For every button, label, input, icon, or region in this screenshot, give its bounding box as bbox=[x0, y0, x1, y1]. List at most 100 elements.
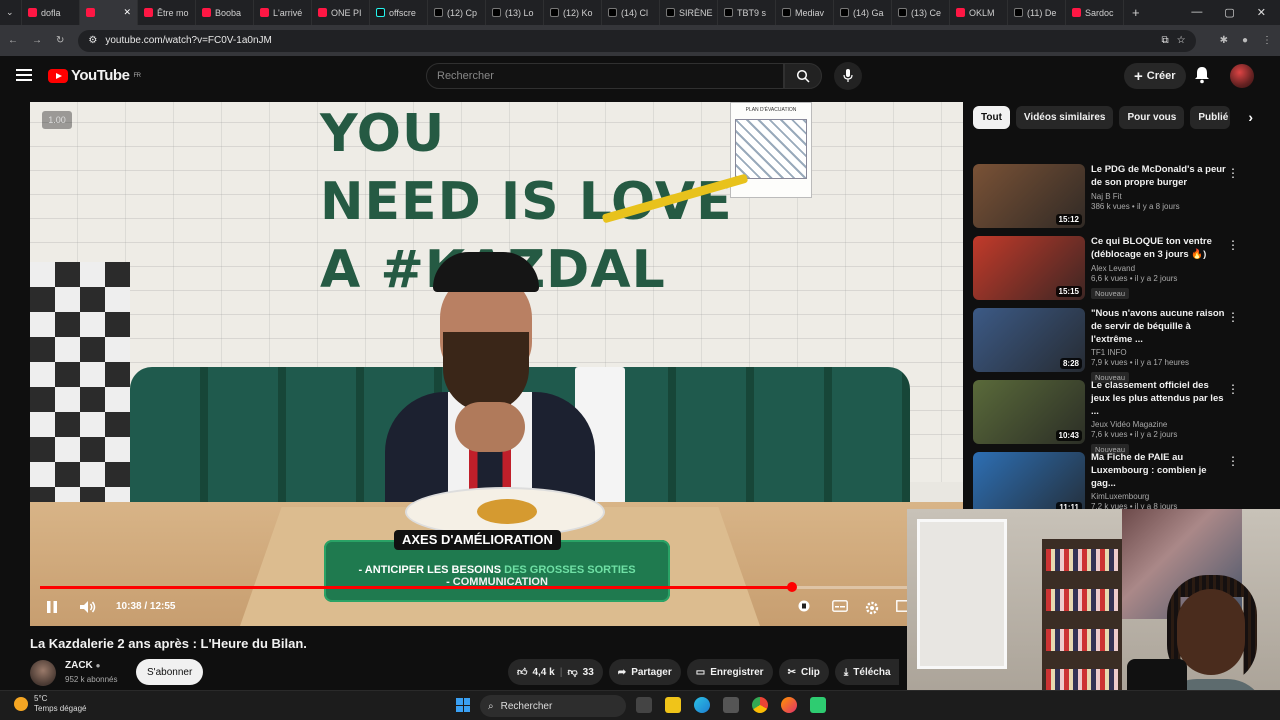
browser-menu-icon[interactable]: ⋮ bbox=[1262, 35, 1272, 46]
channel-avatar[interactable] bbox=[30, 660, 56, 686]
minimize-icon[interactable]: — bbox=[1191, 6, 1202, 19]
voice-search-button[interactable] bbox=[834, 62, 862, 90]
search-input[interactable]: Rechercher bbox=[426, 63, 784, 89]
recommendation-channel[interactable]: Naj B Fit bbox=[1091, 192, 1226, 201]
filter-chip[interactable]: Pour vous bbox=[1119, 105, 1185, 129]
more-options-icon[interactable]: ⋮ bbox=[1227, 238, 1239, 252]
account-avatar[interactable] bbox=[1230, 64, 1254, 88]
create-button[interactable]: + Créer bbox=[1124, 63, 1186, 89]
browser-tab[interactable]: (11) De bbox=[1008, 0, 1066, 25]
bookmark-star-icon[interactable]: ☆ bbox=[1177, 35, 1186, 46]
more-options-icon[interactable]: ⋮ bbox=[1227, 310, 1239, 324]
youtube-logo[interactable]: YouTube FR bbox=[48, 67, 141, 84]
recommendation-thumbnail[interactable]: 10:43 bbox=[973, 380, 1085, 444]
browser-tab[interactable]: ✕ bbox=[80, 0, 138, 25]
recommendation-title[interactable]: Ma Fiche de PAIE au Luxembourg : combien… bbox=[1091, 452, 1226, 490]
recommendation-channel[interactable]: Alex Levand bbox=[1091, 264, 1226, 273]
recommendation-channel[interactable]: TF1 INFO bbox=[1091, 348, 1226, 357]
browser-tab[interactable]: SIRÈNE bbox=[660, 0, 718, 25]
browser-tab[interactable]: Sardoc bbox=[1066, 0, 1124, 25]
recommendation-title[interactable]: "Nous n'avons aucune raison de servir de… bbox=[1091, 308, 1226, 346]
browser-tab[interactable]: TBT9 s bbox=[718, 0, 776, 25]
recommendation-item[interactable]: 15:15 Ce qui BLOQUE ton ventre (déblocage… bbox=[973, 236, 1253, 302]
more-options-icon[interactable]: ⋮ bbox=[1227, 382, 1239, 396]
recommendation-thumbnail[interactable]: 15:15 bbox=[973, 236, 1085, 300]
download-button[interactable]: ⤓ Télécha bbox=[834, 659, 899, 685]
recommendation-item[interactable]: 8:28 "Nous n'avons aucune raison de servi… bbox=[973, 308, 1253, 384]
more-options-icon[interactable]: ⋮ bbox=[1227, 166, 1239, 180]
like-button[interactable]: 👍︎ 4,4 k | 👎︎ 33 bbox=[508, 659, 603, 685]
file-explorer-icon[interactable] bbox=[665, 697, 681, 713]
chrome-icon[interactable] bbox=[752, 697, 768, 713]
clip-button[interactable]: ✂ Clip bbox=[778, 659, 829, 685]
filter-chip[interactable]: Vidéos similaires bbox=[1015, 105, 1114, 129]
browser-tab[interactable]: (14) Cl bbox=[602, 0, 660, 25]
browser-tab[interactable]: (13) Ce bbox=[892, 0, 950, 25]
taskbar-search[interactable]: ⌕ Rechercher bbox=[480, 695, 626, 717]
pause-icon[interactable] bbox=[46, 600, 58, 614]
back-icon[interactable]: ← bbox=[8, 35, 18, 46]
close-window-icon[interactable]: ✕ bbox=[1257, 6, 1266, 19]
more-options-icon[interactable]: ⋮ bbox=[1227, 454, 1239, 468]
site-info-icon[interactable]: ⚙ bbox=[88, 35, 97, 46]
tiktok-favicon-icon bbox=[376, 8, 385, 17]
browser-tab[interactable]: (12) Ko bbox=[544, 0, 602, 25]
install-icon[interactable]: ⧉ bbox=[1161, 35, 1168, 46]
browser-tab[interactable]: offscre bbox=[370, 0, 428, 25]
browser-tab[interactable]: Booba bbox=[196, 0, 254, 25]
save-button[interactable]: ▭ Enregistrer bbox=[686, 659, 773, 685]
share-button[interactable]: ➦ Partager bbox=[608, 659, 681, 685]
store-icon[interactable] bbox=[723, 697, 739, 713]
forward-icon[interactable]: → bbox=[32, 35, 42, 46]
recommendation-title[interactable]: Ce qui BLOQUE ton ventre (déblocage en 3… bbox=[1091, 236, 1226, 262]
app-icon[interactable] bbox=[810, 697, 826, 713]
browser-tab[interactable]: ONE PI bbox=[312, 0, 370, 25]
progress-bar[interactable] bbox=[40, 582, 953, 592]
weather-widget[interactable]: 5°C Temps dégagé bbox=[14, 694, 86, 713]
task-view-icon[interactable] bbox=[636, 697, 652, 713]
new-tab-icon[interactable]: + bbox=[1124, 5, 1148, 20]
video-player[interactable]: PLAN D'ÉVACUATION YOU NEED IS LOVE A #KA… bbox=[30, 102, 963, 626]
browser-tab[interactable]: Être mo bbox=[138, 0, 196, 25]
filter-chip[interactable]: Tout bbox=[973, 105, 1010, 129]
subtitles-icon[interactable] bbox=[832, 600, 848, 612]
browser-tab[interactable]: dofla bbox=[22, 0, 80, 25]
recommendation-title[interactable]: Le classement officiel des jeux les plus… bbox=[1091, 380, 1226, 418]
recommendation-channel[interactable]: Jeux Vidéo Magazine bbox=[1091, 420, 1226, 429]
maximize-icon[interactable]: ▢ bbox=[1224, 6, 1234, 19]
browser-tab[interactable]: (12) Cp bbox=[428, 0, 486, 25]
tab-list-button[interactable]: ⌄ bbox=[0, 0, 22, 25]
thumbs-down-icon[interactable]: 👎︎ bbox=[568, 666, 578, 678]
chevron-right-icon[interactable]: › bbox=[1248, 109, 1253, 125]
settings-gear-icon[interactable] bbox=[864, 600, 880, 616]
menu-icon[interactable] bbox=[16, 69, 32, 81]
x-favicon-icon bbox=[1014, 8, 1023, 17]
channel-name[interactable]: ZACK ● bbox=[65, 660, 100, 671]
extensions-icon[interactable]: ✱ bbox=[1220, 35, 1228, 46]
browser-tab[interactable]: Mediav bbox=[776, 0, 834, 25]
recommendation-thumbnail[interactable]: 8:28 bbox=[973, 308, 1085, 372]
notifications-bell-icon[interactable] bbox=[1194, 66, 1210, 84]
edge-browser-icon[interactable] bbox=[694, 697, 710, 713]
recommendation-item[interactable]: 10:43 Le classement officiel des jeux les… bbox=[973, 380, 1253, 456]
filter-chip[interactable]: Publié bbox=[1190, 105, 1231, 129]
volume-icon[interactable] bbox=[79, 600, 97, 614]
reload-icon[interactable]: ↻ bbox=[56, 35, 64, 46]
browser-tab[interactable]: L'arrivé bbox=[254, 0, 312, 25]
recommendation-title[interactable]: Le PDG de McDonald's a peur de son propr… bbox=[1091, 164, 1226, 190]
recommendation-channel[interactable]: KimLuxembourg bbox=[1091, 492, 1226, 501]
autoplay-toggle-icon[interactable] bbox=[798, 600, 810, 612]
address-bar[interactable]: ⚙ youtube.com/watch?v=FC0V-1a0nJM ⧉ ☆ bbox=[78, 29, 1196, 52]
recommendation-thumbnail[interactable]: 11:11 bbox=[973, 452, 1085, 516]
browser-tab[interactable]: (14) Ga bbox=[834, 0, 892, 25]
close-tab-icon[interactable]: ✕ bbox=[123, 7, 131, 18]
subscribe-button[interactable]: S'abonner bbox=[136, 659, 204, 685]
firefox-icon[interactable] bbox=[781, 697, 797, 713]
recommendation-item[interactable]: 15:12 Le PDG de McDonald's a peur de son … bbox=[973, 164, 1253, 230]
windows-start-icon[interactable] bbox=[456, 698, 470, 712]
profile-icon[interactable]: ● bbox=[1242, 35, 1248, 46]
search-button[interactable] bbox=[784, 63, 822, 89]
recommendation-thumbnail[interactable]: 15:12 bbox=[973, 164, 1085, 228]
browser-tab[interactable]: (13) Lo bbox=[486, 0, 544, 25]
browser-tab[interactable]: OKLM bbox=[950, 0, 1008, 25]
